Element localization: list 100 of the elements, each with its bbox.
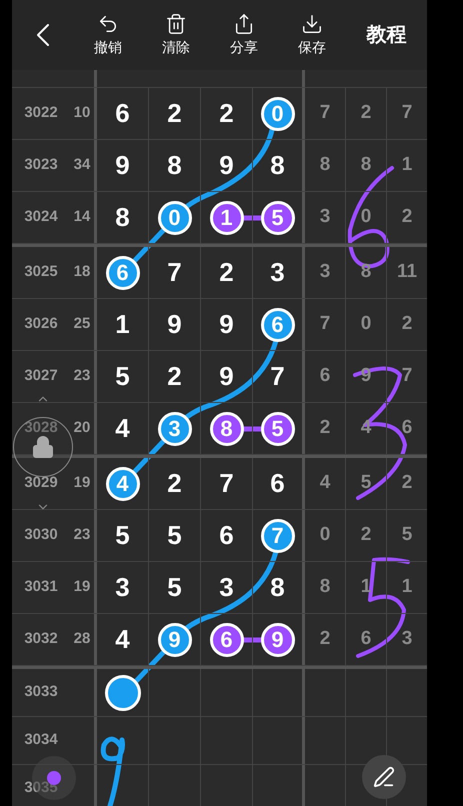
circled-digit: 9 (260, 622, 294, 656)
digit: 8 (320, 153, 330, 178)
sum-value: 10 (74, 103, 90, 124)
digit: 9 (219, 308, 234, 341)
digit: 2 (360, 523, 372, 548)
digit: 8 (270, 149, 285, 182)
digit: 9 (167, 308, 182, 341)
digit: 3 (320, 205, 330, 230)
digit: 7 (402, 101, 412, 126)
digit: 8 (270, 571, 285, 604)
digit: 7 (320, 101, 330, 126)
digit: 8 (115, 201, 130, 234)
digit: 6 (402, 416, 412, 440)
circled-digit: 8 (210, 412, 244, 446)
circled-digit: 0 (158, 200, 192, 234)
issue-number: 3028 (24, 418, 58, 438)
sum-value: 18 (74, 262, 90, 282)
digit: 9 (219, 360, 234, 393)
issue-number: 3025 (24, 262, 58, 282)
digit: 4 (320, 471, 330, 496)
sum-value: 28 (74, 629, 90, 650)
digit: 3 (115, 571, 130, 604)
circled-digit: 9 (158, 622, 192, 656)
digit: 5 (115, 360, 130, 393)
toolbar-button[interactable]: 清除 (142, 0, 210, 70)
issue-number: 3031 (24, 577, 58, 598)
sum-value: 20 (74, 418, 90, 438)
digit: 0 (360, 312, 372, 336)
digit: 9 (219, 149, 234, 182)
digit: 2 (167, 360, 182, 393)
toolbar-button[interactable]: 保存 (278, 0, 346, 70)
circled-digit: 1 (210, 200, 244, 234)
sum-value: 19 (74, 577, 90, 598)
digit: 1 (402, 153, 412, 178)
digit: 5 (167, 519, 182, 552)
digit: 5 (167, 571, 182, 604)
digit: 3 (320, 260, 330, 284)
issue-number: 3034 (24, 730, 58, 750)
digit: 8 (320, 575, 330, 600)
digit: 3 (219, 571, 234, 604)
circled-digit: 4 (106, 466, 140, 500)
digit: 6 (219, 519, 234, 552)
digit: 7 (219, 467, 234, 500)
digit: 8 (360, 153, 372, 178)
issue-number: 3023 (24, 155, 58, 176)
digit: 7 (402, 364, 412, 388)
digit: 2 (402, 312, 412, 336)
digit: 7 (167, 256, 182, 289)
save-icon (301, 12, 323, 34)
sum-value: 34 (74, 155, 90, 176)
clear-icon (165, 12, 187, 34)
digit: 2 (219, 256, 234, 289)
circled-digit: 3 (158, 412, 192, 446)
digit: 2 (219, 97, 234, 130)
digit: 6 (270, 467, 285, 500)
issue-number: 3026 (24, 314, 58, 334)
issue-number: 3029 (24, 473, 58, 494)
digit: 11 (396, 260, 418, 284)
tutorial-button[interactable]: 教程 (346, 0, 427, 70)
digit: 8 (360, 260, 372, 284)
digit: 5 (115, 519, 130, 552)
digit: 5 (402, 523, 412, 548)
digit: 5 (360, 471, 372, 496)
circled-digit: 6 (260, 308, 294, 342)
issue-number: 3022 (24, 103, 58, 124)
circled-digit: 6 (106, 256, 140, 290)
digit: 0 (360, 205, 372, 230)
circled-digit: 7 (260, 518, 294, 552)
toolbar-button[interactable]: 撤销 (74, 0, 142, 70)
issue-number: 3027 (24, 366, 58, 386)
digit: 1 (115, 308, 130, 341)
sum-value: 25 (74, 314, 90, 334)
digit: 7 (270, 360, 285, 393)
digit: 2 (360, 101, 372, 126)
share-icon (233, 12, 255, 34)
digit: 6 (320, 364, 330, 388)
issue-number: 3032 (24, 629, 58, 650)
digit: 4 (115, 412, 130, 445)
sum-value: 23 (74, 366, 90, 386)
lock-icon (31, 435, 55, 459)
digit: 2 (167, 97, 182, 130)
handwriting-drawing (100, 736, 125, 806)
digit: 6 (115, 97, 130, 130)
digit: 3 (402, 627, 412, 652)
sum-value: 19 (74, 473, 90, 494)
digit: 1 (402, 575, 412, 600)
toolbar-button[interactable]: 分享 (210, 0, 278, 70)
pen-icon (373, 766, 395, 788)
circled-digit: 0 (260, 96, 294, 130)
digit: 2 (320, 627, 330, 652)
digit: 0 (320, 523, 330, 548)
circled-digit: 5 (260, 412, 294, 446)
digit: 6 (360, 627, 372, 652)
digit: 3 (270, 256, 285, 289)
digit: 2 (402, 471, 412, 496)
digit: 2 (320, 416, 330, 440)
issue-number: 3030 (24, 525, 58, 546)
digit: 9 (115, 149, 130, 182)
issue-number: 3033 (24, 682, 58, 702)
circled-digit: 6 (210, 622, 244, 656)
